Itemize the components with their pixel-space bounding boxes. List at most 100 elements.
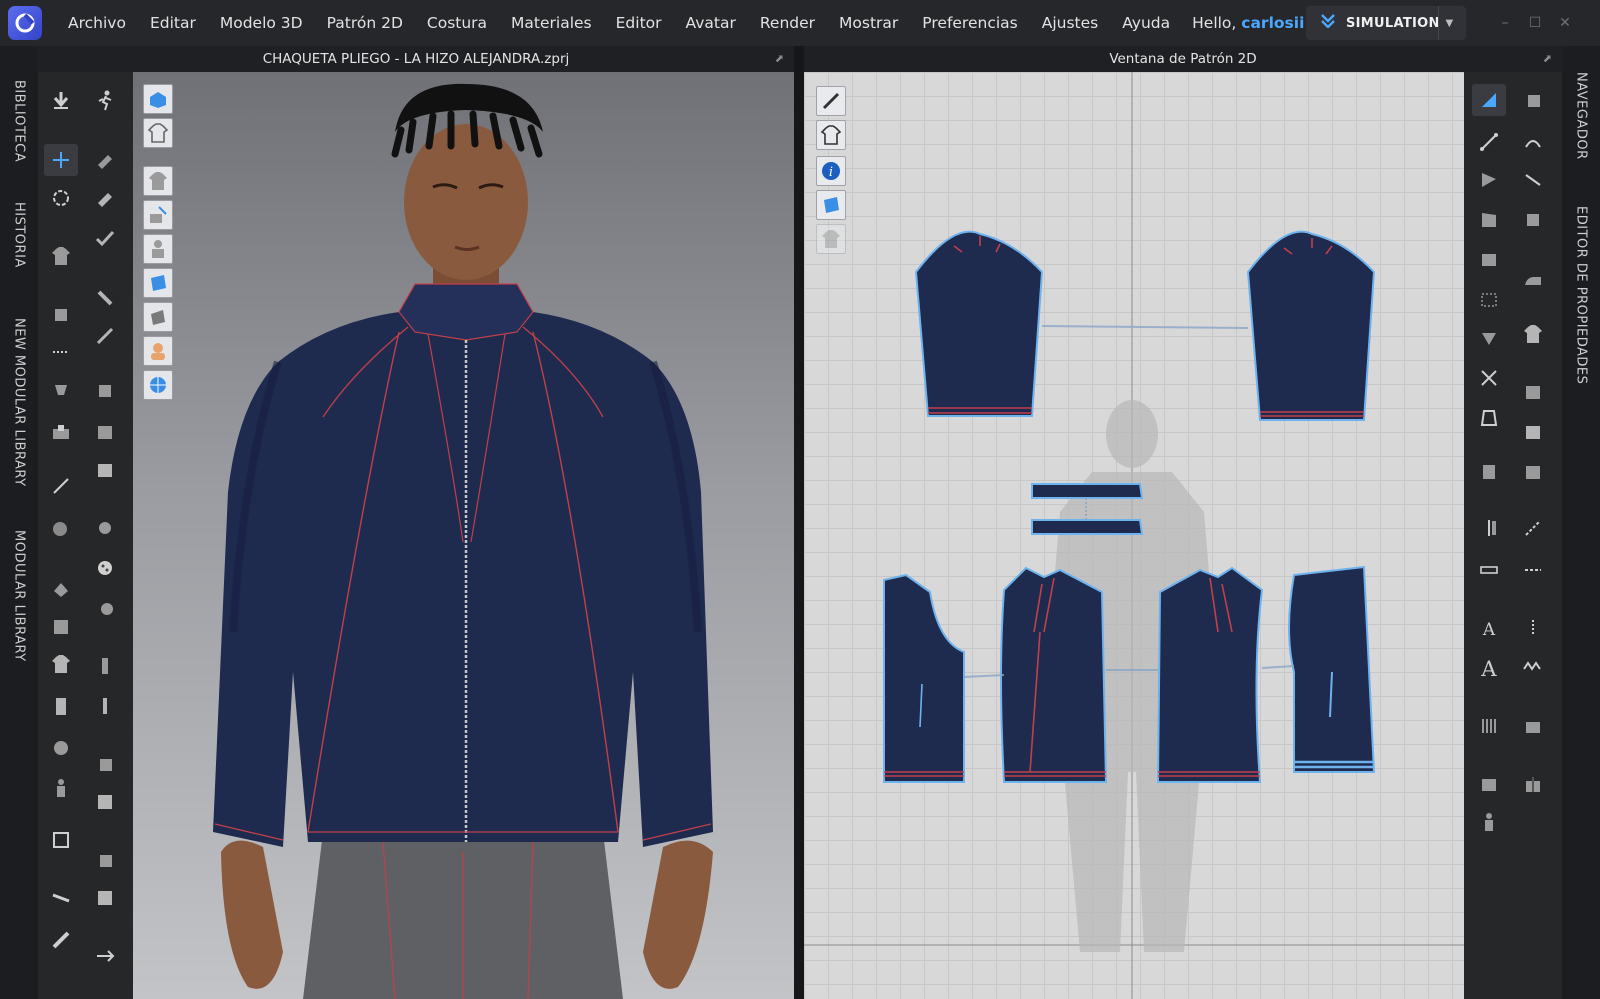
menu-render[interactable]: Render [748,0,827,46]
menu-ayuda[interactable]: Ayuda [1110,0,1182,46]
expand-2d-icon[interactable]: ⬈ [1543,46,1552,72]
curve-point-icon[interactable] [1516,126,1550,158]
tab-biblioteca[interactable]: BIBLIOTECA [0,80,38,162]
vest-tool-icon[interactable] [44,690,78,722]
select-move-tool-icon[interactable] [44,144,78,176]
free-seam-icon[interactable] [1516,204,1550,236]
button-tool-icon[interactable] [88,512,122,544]
menu-patron-2d[interactable]: Patrón 2D [315,0,415,46]
pattern-grid-icon[interactable] [88,454,122,486]
cut-icon[interactable] [1472,362,1506,394]
menu-modelo-3d[interactable]: Modelo 3D [208,0,315,46]
iron-icon[interactable] [1516,264,1550,296]
simulate-avatar-icon[interactable] [88,84,122,116]
menu-mostrar[interactable]: Mostrar [827,0,910,46]
close-button[interactable]: ✕ [1550,12,1580,34]
segment-topstitch-icon[interactable] [88,882,122,914]
menu-avatar[interactable]: Avatar [674,0,748,46]
measure-tool-icon[interactable] [44,336,78,368]
segment-seam-icon[interactable] [1516,164,1550,196]
shirt-2d-icon[interactable] [1516,318,1550,350]
garment-tool-icon[interactable] [44,240,78,272]
internal-rectangle-icon[interactable] [1472,284,1506,316]
tab-editor-propiedades[interactable]: EDITOR DE PROPIEDADES [1562,206,1600,384]
puckering-tool-icon[interactable] [88,374,122,406]
maximize-button[interactable]: ☐ [1520,12,1550,34]
grading-icon[interactable] [1472,710,1506,742]
zipper-slider-icon[interactable] [88,650,122,682]
annotation-a-icon[interactable]: A [1472,612,1506,644]
shirt-tool-icon[interactable] [44,648,78,680]
measure-length-icon[interactable] [1472,512,1506,544]
tape-tool-icon[interactable] [44,882,78,914]
rectangle-icon[interactable] [1472,244,1506,276]
snap-tool-icon[interactable] [88,592,122,624]
zigzag-icon[interactable] [1516,652,1550,684]
fabric-tool-icon[interactable] [44,572,78,604]
user-name[interactable]: carlosii [1241,14,1304,32]
menu-materiales[interactable]: Materiales [499,0,604,46]
print-layout-icon[interactable] [1472,768,1506,800]
line-tool-icon[interactable] [44,470,78,502]
viewport-3d[interactable] [133,72,794,999]
topstitch-2d-icon[interactable] [1516,512,1550,544]
avatar-tool-icon[interactable] [44,772,78,804]
viewport-2d-pattern[interactable]: i [804,72,1464,999]
texture-tool-icon[interactable] [44,824,78,856]
polygon-icon[interactable] [1472,204,1506,236]
dart-icon[interactable] [1472,322,1506,354]
menu-archivo[interactable]: Archivo [56,0,138,46]
gift-icon[interactable] [1516,768,1550,800]
brush-tool-icon[interactable] [44,512,78,544]
transform-pattern-icon[interactable] [1472,126,1506,158]
fold-tool-icon[interactable] [44,298,78,330]
needle-tool-icon[interactable] [88,320,122,352]
graphic-tool-icon[interactable] [88,786,122,818]
ruler-tool-icon[interactable] [44,924,78,956]
lining-tool-icon[interactable] [44,610,78,642]
menu-ajustes[interactable]: Ajustes [1030,0,1111,46]
fold-pattern-icon[interactable] [1472,456,1506,488]
topstitch-tool-icon[interactable] [88,844,122,876]
menu-costura[interactable]: Costura [415,0,499,46]
trim-tool-icon[interactable] [88,748,122,780]
expand-3d-icon[interactable]: ⬈ [775,46,784,72]
segment-edit-icon[interactable] [1516,84,1550,116]
edit-texture-icon[interactable] [88,144,122,176]
ruler-2d-icon[interactable] [1472,554,1506,586]
transform-tool-icon[interactable] [44,182,78,214]
select-pattern-icon[interactable] [1472,84,1506,116]
menu-preferencias[interactable]: Preferencias [910,0,1029,46]
move-down-tool-icon[interactable] [44,84,78,116]
tab-modular-library[interactable]: MODULAR LIBRARY [0,530,38,662]
annotation-big-a-icon[interactable]: A [1472,652,1506,684]
segment-topstitch-2d-icon[interactable] [1516,554,1550,586]
elastic-icon[interactable] [1516,612,1550,644]
zipper-tool-icon[interactable] [88,690,122,722]
edit-point-icon[interactable] [1472,164,1506,196]
minimize-button[interactable]: – [1490,12,1520,34]
simulation-mode-button[interactable]: SIMULATION ▼ [1306,6,1466,40]
grid-pattern-icon[interactable] [1516,416,1550,448]
buttonhole-tool-icon[interactable] [88,552,122,584]
arrow-tool-icon[interactable] [88,940,122,972]
simulation-dropdown-icon[interactable]: ▼ [1438,6,1460,40]
panel-splitter[interactable] [794,46,804,999]
notch-icon[interactable] [1472,402,1506,434]
tab-navegador[interactable]: NAVEGADOR [1562,72,1600,160]
tab-new-modular-library[interactable]: NEW MODULAR LIBRARY [0,318,38,487]
grid-garment-icon[interactable] [88,416,122,448]
sewing-check-icon[interactable] [88,222,122,254]
hanger-tool-icon[interactable] [44,732,78,764]
puckering-2d-icon[interactable] [1516,376,1550,408]
pattern-overlay-icon[interactable] [1516,456,1550,488]
app-logo-icon[interactable] [8,6,42,40]
pin-tool-icon[interactable] [44,374,78,406]
menu-editar[interactable]: Editar [138,0,208,46]
tab-historia[interactable]: HISTORIA [0,202,38,268]
menu-editor[interactable]: Editor [604,0,674,46]
add-fabric-icon[interactable] [1516,710,1550,742]
fold-arrange-icon[interactable] [88,182,122,214]
tack-tool-icon[interactable] [44,416,78,448]
avatar-2d-icon[interactable] [1472,806,1506,838]
